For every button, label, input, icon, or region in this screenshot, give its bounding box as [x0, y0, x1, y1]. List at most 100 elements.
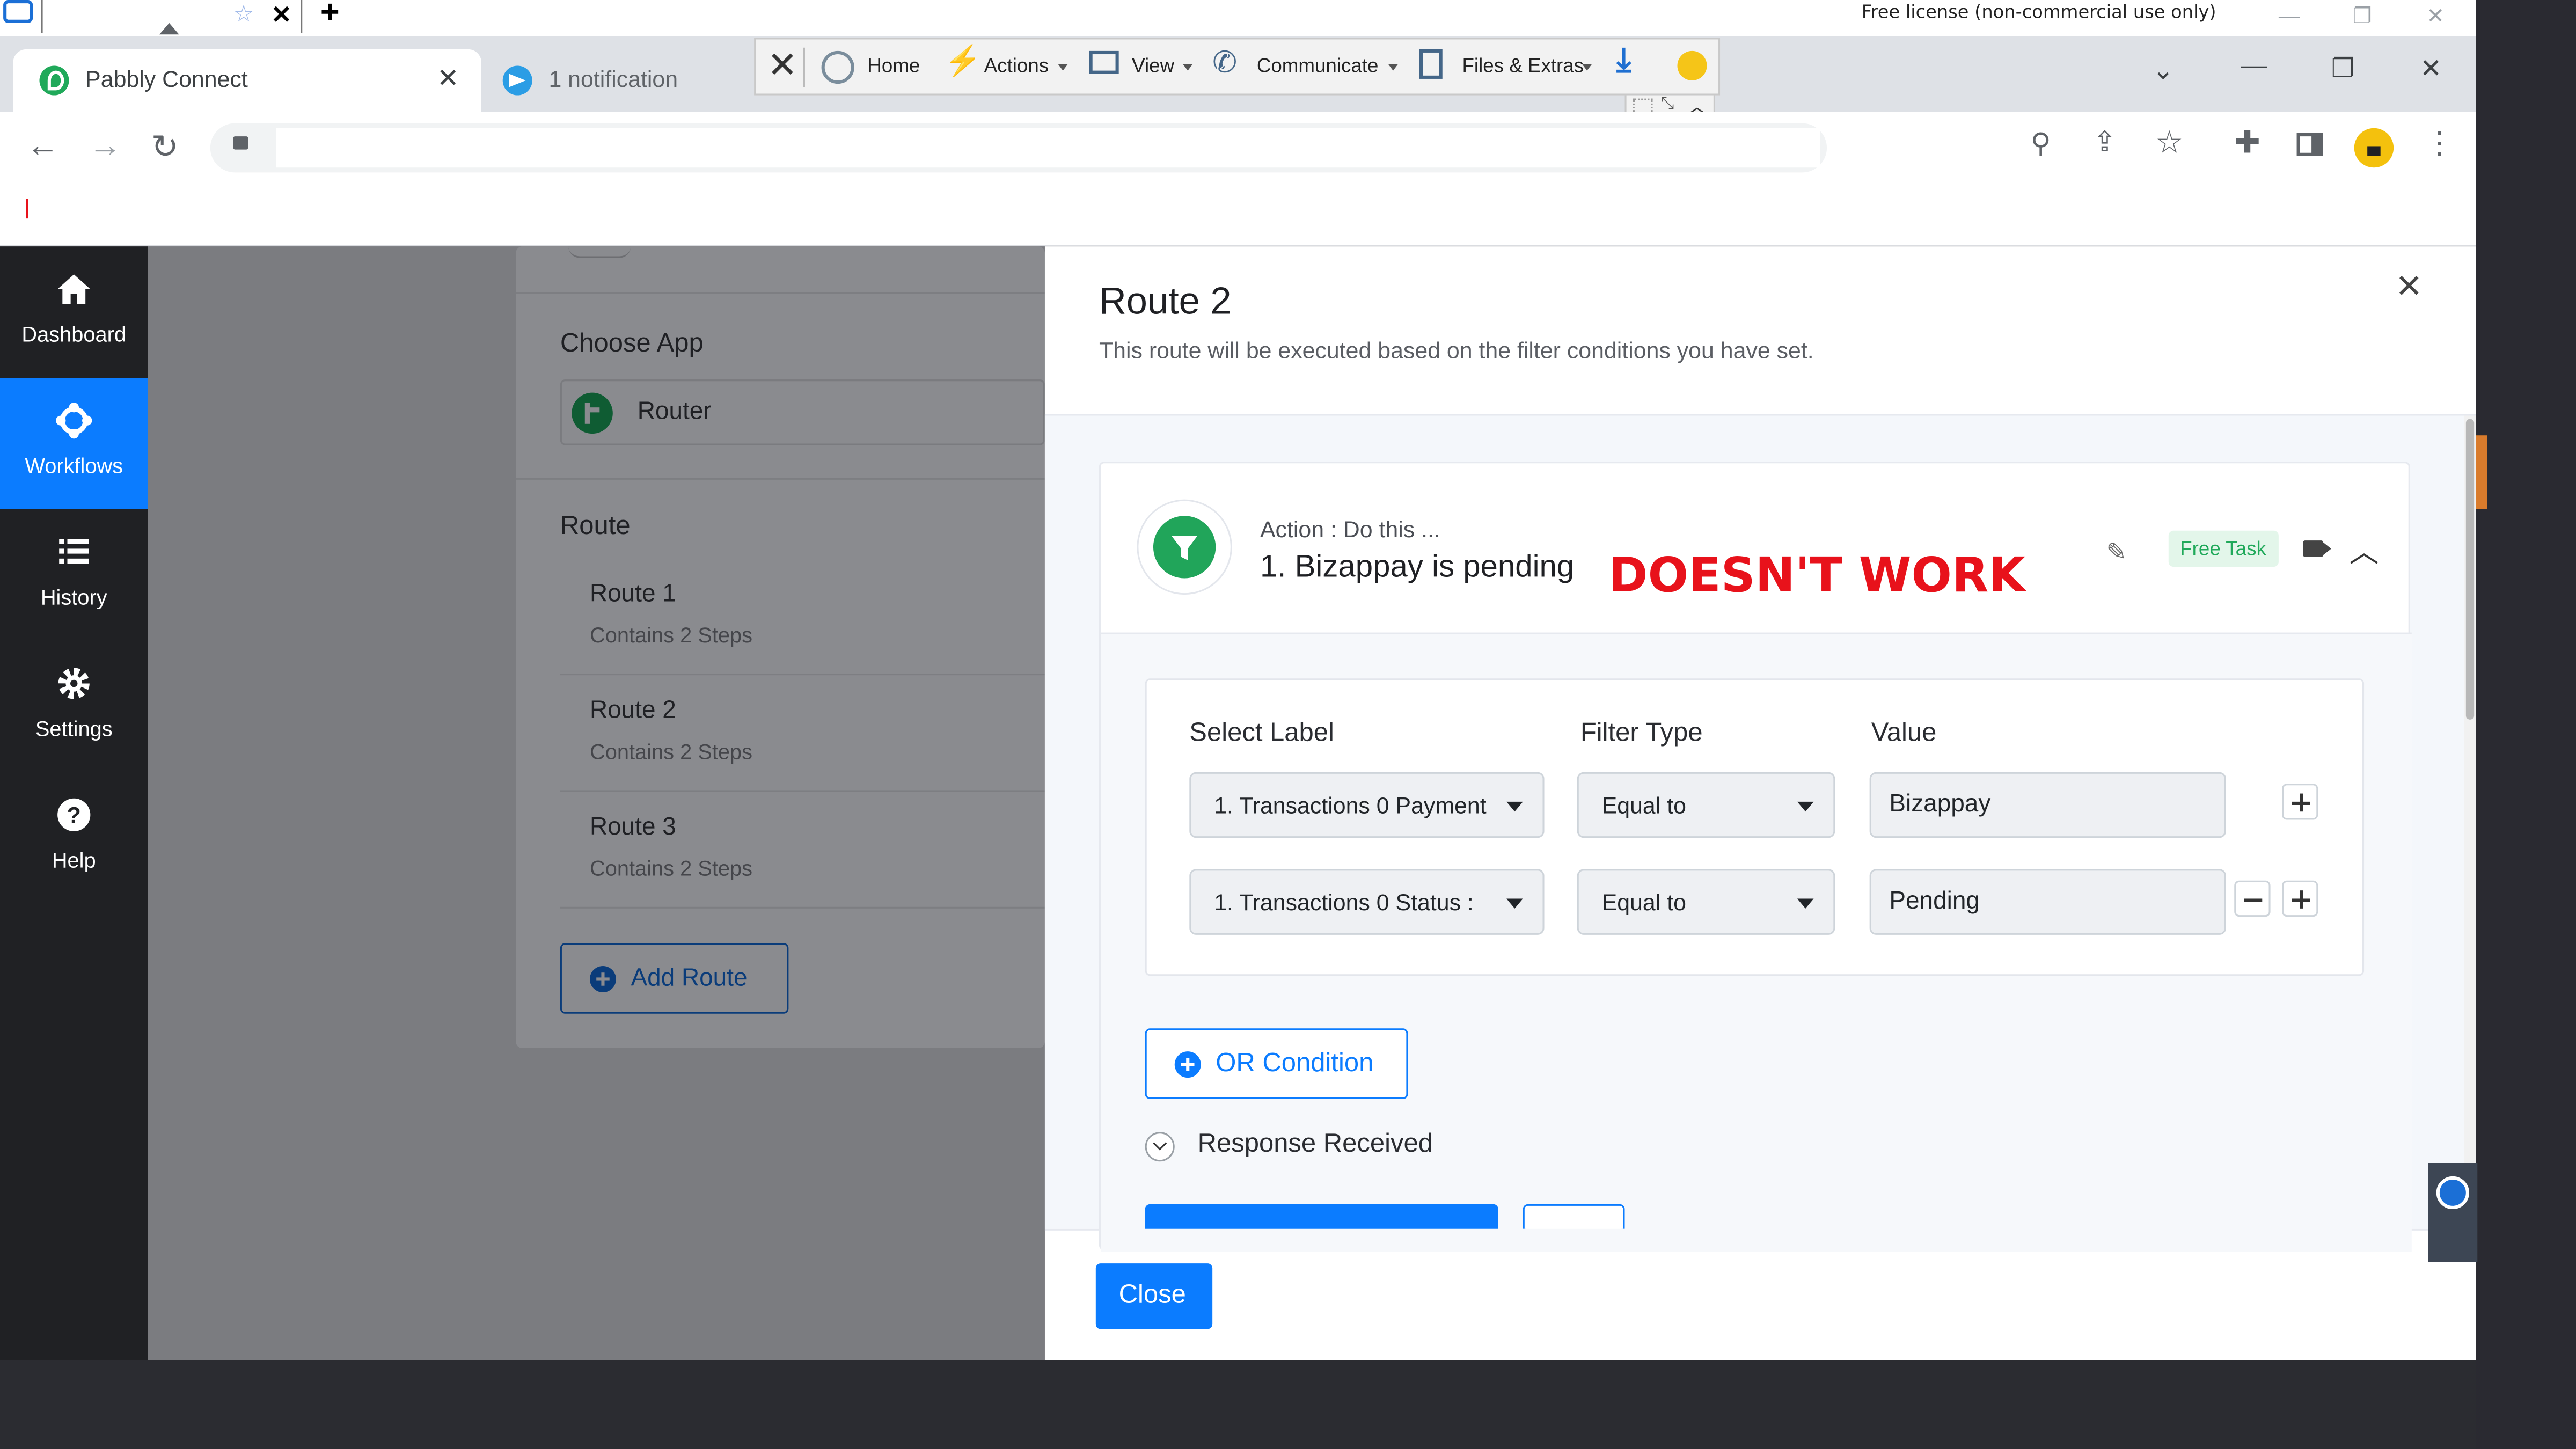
sidebar-item-history[interactable]: History — [0, 509, 148, 641]
back-icon[interactable]: ← — [26, 128, 59, 166]
route-steps: Contains 2 Steps — [589, 623, 753, 648]
star-icon[interactable]: ☆ — [233, 0, 254, 28]
save-send-test-button[interactable] — [1145, 1204, 1498, 1229]
restore-icon[interactable]: ❐ — [2353, 3, 2372, 30]
sidebar-item-help[interactable]: ? Help — [0, 772, 148, 904]
label-select[interactable]: 1. Transactions 0 Payment — [1189, 772, 1545, 838]
phone-icon: ✆ — [1212, 46, 1238, 79]
close-button-label: Close — [1118, 1281, 1186, 1309]
close-button[interactable]: Close — [1095, 1263, 1213, 1329]
list-icon — [59, 539, 89, 564]
divider — [41, 0, 43, 33]
teamviewer-icon — [2436, 1176, 2469, 1210]
minimize-icon[interactable]: — — [2241, 53, 2267, 82]
smiley-icon[interactable] — [1677, 50, 1707, 80]
toolbar-actions[interactable]: Actions — [984, 54, 1049, 77]
url-bar[interactable] — [210, 123, 1827, 173]
tab-search-chevron-icon[interactable]: ⌄ — [2152, 54, 2174, 87]
profile-avatar[interactable] — [2354, 128, 2394, 168]
lock-icon — [233, 136, 248, 150]
edit-pencil-icon[interactable]: ✎ — [2106, 537, 2127, 567]
modal-subtitle: This route will be executed based on the… — [1099, 336, 1814, 363]
column-filter-type: Filter Type — [1580, 719, 1703, 748]
route-item[interactable]: Route 2 Contains 2 Steps — [560, 675, 1045, 790]
sidebar-item-label: Settings — [35, 716, 113, 741]
tab-label: Pabbly Connect — [85, 65, 248, 92]
badge-label: Free Task — [2180, 537, 2266, 560]
scrollbar-thumb[interactable] — [2465, 419, 2475, 720]
teamviewer-float-widget[interactable] — [2428, 1163, 2478, 1262]
minimize-icon[interactable]: — — [2279, 3, 2300, 28]
label-select[interactable]: 1. Transactions 0 Status : — [1189, 869, 1545, 935]
add-route-button[interactable]: Add Route — [560, 943, 789, 1014]
forward-icon[interactable]: → — [89, 128, 121, 166]
zoom-icon[interactable]: ⚲ — [2031, 128, 2051, 161]
close-tab-icon[interactable]: ✕ — [437, 62, 459, 95]
add-route-label: Add Route — [631, 964, 748, 992]
filter-type-value: Equal to — [1601, 889, 1686, 916]
restore-icon[interactable]: ❐ — [2331, 53, 2355, 85]
close-modal-icon[interactable]: ✕ — [2395, 266, 2423, 308]
toolbar-files-extras[interactable]: Files & Extras — [1462, 54, 1584, 77]
close-icon[interactable]: ✕ — [271, 0, 292, 30]
sidebar-item-label: History — [40, 584, 107, 610]
route-item[interactable]: Route 3 Contains 2 Steps — [560, 792, 1045, 906]
workflow-icon — [56, 402, 92, 439]
window-edge-accent — [2476, 435, 2487, 509]
menu-kebab-icon[interactable]: ⋮ — [2425, 127, 2454, 161]
dropdown-caret-icon — [1183, 64, 1193, 71]
expand-response-toggle[interactable] — [1145, 1132, 1175, 1162]
extensions-icon[interactable]: ✚ — [2234, 125, 2260, 163]
teamviewer-toolbar: ✕ Home ⚡ Actions View ✆ Communicate File… — [754, 38, 1721, 96]
desktop-background — [0, 1360, 2476, 1449]
sidebar-item-settings[interactable]: Settings — [0, 641, 148, 772]
monitor-icon — [1089, 50, 1119, 74]
sidebar-item-label: Workflows — [25, 453, 123, 478]
annotation-text: DOESN'T WORK — [1608, 547, 2026, 603]
tab-pabbly-connect[interactable]: Pabbly Connect ✕ — [13, 49, 481, 112]
route-heading: Route — [560, 513, 631, 541]
or-condition-button[interactable]: OR Condition — [1145, 1028, 1408, 1099]
toolbar-communicate[interactable]: Communicate — [1257, 54, 1379, 77]
sidebar-item-workflows[interactable]: Workflows — [0, 378, 148, 509]
route-item[interactable]: Route 1 Contains 2 Steps — [560, 559, 1045, 674]
video-icon[interactable] — [2303, 540, 2331, 557]
download-icon[interactable]: ⤓ — [1616, 43, 1631, 80]
dropdown-caret-icon — [1388, 64, 1399, 71]
close-window-icon[interactable]: ✕ — [2426, 3, 2444, 30]
remove-condition-button[interactable] — [2234, 880, 2271, 917]
collapse-chevron-icon[interactable]: ︿ — [2350, 529, 2379, 572]
home-icon — [57, 274, 91, 304]
value-input[interactable]: Pending — [1869, 869, 2226, 935]
side-panel-icon[interactable] — [2296, 133, 2323, 156]
close-session-icon[interactable]: ✕ — [767, 45, 797, 87]
filter-type-select[interactable]: Equal to — [1577, 772, 1835, 838]
app-select[interactable]: Router — [560, 379, 1045, 445]
route-steps: Contains 2 Steps — [589, 855, 753, 881]
expand-icon[interactable]: ⤡ — [1661, 96, 1674, 114]
toolbar-home[interactable]: Home — [867, 54, 920, 77]
toolbar-view[interactable]: View — [1132, 54, 1174, 77]
action-title: 1. Bizappay is pending — [1260, 550, 1575, 585]
share-icon[interactable]: ⇪ — [2093, 127, 2117, 159]
bookmark-star-icon[interactable]: ☆ — [2155, 125, 2183, 163]
value-input[interactable]: Bizappay — [1869, 772, 2226, 838]
column-select-label: Select Label — [1189, 719, 1334, 748]
bookmarks-bar — [0, 184, 2476, 247]
response-received-label: Response Received — [1197, 1130, 1433, 1159]
filter-type-select[interactable]: Equal to — [1577, 869, 1835, 935]
svg-text:?: ? — [67, 803, 81, 829]
secondary-button[interactable] — [1523, 1204, 1625, 1229]
value-text: Bizappay — [1889, 790, 1991, 818]
sidebar-item-dashboard[interactable]: Dashboard — [0, 246, 148, 378]
caret-up-icon — [159, 23, 179, 35]
tab-notification[interactable]: 1 notification — [486, 49, 749, 112]
plus-circle-icon — [589, 965, 616, 992]
route-name: Route 1 — [589, 580, 676, 608]
reload-icon[interactable]: ↻ — [151, 127, 179, 168]
add-condition-button[interactable] — [2282, 880, 2318, 917]
license-text: Free license (non-commercial use only) — [1861, 2, 2216, 23]
add-condition-button[interactable] — [2282, 784, 2318, 820]
plus-icon[interactable]: + — [320, 0, 340, 33]
close-window-icon[interactable]: ✕ — [2420, 53, 2442, 85]
